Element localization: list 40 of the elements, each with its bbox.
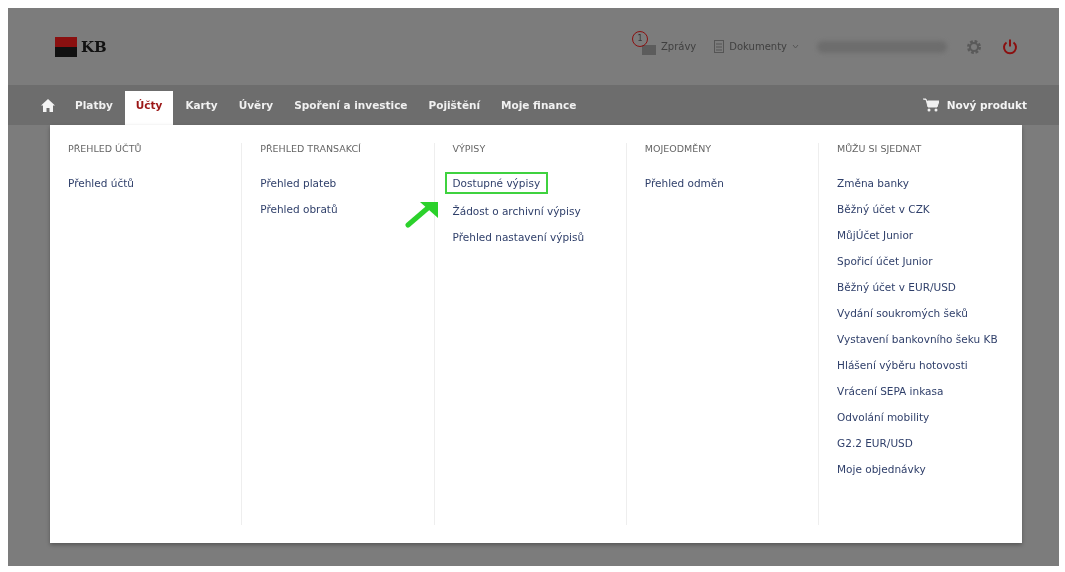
nav-tab[interactable]: Karty [176,85,227,125]
menu-link[interactable]: MůjÚčet Junior [837,226,1018,244]
nav-tab[interactable]: Platby [66,85,122,125]
menu-link[interactable]: Přehled odměn [644,174,724,192]
logo-text: KB [81,37,107,56]
power-icon[interactable] [1001,37,1019,56]
column-heading: MOJEODMĚNY [644,143,713,154]
settings-icon[interactable] [965,37,983,56]
menu-link[interactable]: Moje objednávky [837,460,1018,478]
menu-link[interactable]: Hlášení výběru hotovosti [837,356,1018,374]
menu-link[interactable]: Přehled účtů [68,174,134,192]
nav-tab[interactable]: Úvěry [229,85,283,125]
menu-link[interactable]: Vystavení bankovního šeku KB [837,330,1018,348]
menu-link[interactable]: Vrácení SEPA inkasa [837,382,1018,400]
menu-link[interactable]: Přehled obratů [260,200,338,218]
column-heading: VÝPISY [452,143,487,154]
nav-tab[interactable]: Účty [124,91,174,125]
menu-link[interactable]: Spořicí účet Junior [837,252,1018,270]
menu-link[interactable]: Vydání soukromých šeků [837,304,1018,322]
menu-link[interactable]: Přehled plateb [260,174,337,192]
menu-link[interactable]: Odvolání mobility [837,408,1018,426]
cart-icon [922,98,939,112]
menu-link[interactable]: Změna banky [837,174,1018,192]
new-product-link[interactable]: Nový produkt [916,97,1033,113]
caret-icon [792,44,799,49]
document-icon [714,40,725,53]
column-heading: PŘEHLED TRANSAKCÍ [260,143,362,154]
menu-link[interactable]: Běžný účet v CZK [837,200,1018,218]
nav-tab[interactable]: Moje finance [492,85,586,125]
menu-link[interactable]: Přehled nastavení výpisů [452,228,585,246]
nav-tab[interactable]: Pojištění [419,85,490,125]
nav-tab[interactable]: Spoření a investice [285,85,417,125]
column-heading: MŮŽU SI SJEDNAT [837,143,923,154]
column-heading: PŘEHLED ÚČTŮ [68,143,143,154]
menu-link[interactable]: Dostupné výpisy [444,172,549,194]
menu-link[interactable]: G2.2 EUR/USD [837,434,1018,452]
menu-link[interactable]: Žádost o archivní výpisy [452,202,581,220]
menu-link[interactable]: Běžný účet v EUR/USD [837,278,1018,296]
logo-icon [55,36,77,57]
home-icon[interactable] [41,98,55,112]
